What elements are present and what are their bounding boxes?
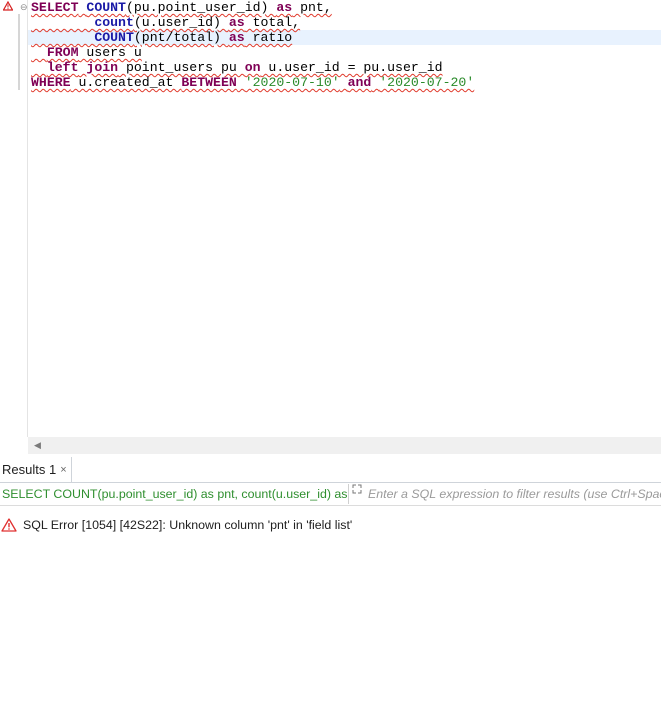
query-summary-text[interactable]: SELECT COUNT(pu.point_user_id) as pnt, c… — [2, 486, 347, 502]
error-message-row: SQL Error [1054] [42S22]: Unknown column… — [0, 514, 352, 536]
code-token: u.user_id = pu.user_id — [260, 60, 443, 75]
sql-editor[interactable]: ⊖ SELECT COUNT(pu.point_user_id) as pnt,… — [0, 0, 661, 437]
code-line[interactable]: WHERE u.created_at BETWEEN '2020-07-10' … — [31, 75, 661, 90]
code-line-text: left join point_users pu on u.user_id = … — [31, 60, 443, 75]
code-token: COUNT — [94, 30, 134, 45]
results-tab-bar: Results 1 × — [0, 457, 661, 483]
code-token: FROM — [46, 45, 79, 60]
code-token: '2020-07-10' — [244, 75, 340, 90]
code-line[interactable]: FROM users u — [31, 45, 661, 60]
code-token: left — [46, 60, 79, 75]
code-token: BETWEEN — [181, 75, 237, 90]
expand-arrows-icon[interactable] — [352, 484, 364, 496]
tab-results-1[interactable]: Results 1 × — [0, 457, 72, 482]
code-token: on — [244, 60, 261, 75]
code-token: join — [86, 60, 119, 75]
code-token: (u.user_id) — [133, 15, 229, 30]
code-line[interactable]: left join point_users pu on u.user_id = … — [31, 60, 661, 75]
code-token: SELECT — [31, 0, 79, 15]
code-line[interactable]: SELECT COUNT(pu.point_user_id) as pnt, — [31, 0, 661, 15]
editor-gutter: ⊖ — [0, 0, 28, 437]
results-filter-bar: SELECT COUNT(pu.point_user_id) as pnt, c… — [0, 483, 661, 506]
code-token: COUNT — [86, 0, 126, 15]
code-token: count — [94, 15, 134, 30]
code-line[interactable]: COUNT(pnt/total) as ratio — [28, 30, 661, 45]
code-token: as — [276, 0, 293, 15]
code-token: (pnt/total) — [133, 30, 229, 45]
code-line-text: WHERE u.created_at BETWEEN '2020-07-10' … — [31, 75, 474, 90]
code-line-text: FROM users u — [31, 45, 142, 60]
code-line-text: SELECT COUNT(pu.point_user_id) as pnt, — [31, 0, 332, 15]
fold-range-indicator — [18, 14, 20, 90]
error-triangle-icon — [0, 517, 18, 533]
code-line[interactable]: count(u.user_id) as total, — [31, 15, 661, 30]
warning-triangle-icon — [2, 0, 14, 15]
filter-expression-input[interactable]: Enter a SQL expression to filter results… — [368, 486, 661, 502]
code-token: as — [228, 15, 245, 30]
code-token: users u — [78, 45, 142, 60]
sql-code[interactable]: SELECT COUNT(pu.point_user_id) as pnt, c… — [28, 0, 661, 90]
code-token: as — [228, 30, 245, 45]
gutter-divider — [27, 0, 28, 437]
close-icon[interactable]: × — [60, 464, 66, 476]
code-token: u.created_at — [70, 75, 182, 90]
code-token: WHERE — [31, 75, 71, 90]
sql-error-message: SQL Error [1054] [42S22]: Unknown column… — [23, 518, 353, 532]
code-token: '2020-07-20' — [379, 75, 475, 90]
code-token: total, — [244, 15, 301, 30]
code-token: (pu.point_user_id) — [125, 0, 277, 15]
code-line-text: count(u.user_id) as total, — [31, 15, 300, 30]
scroll-left-arrow-icon[interactable]: ◀ — [34, 440, 41, 451]
filter-divider — [348, 484, 349, 504]
code-token: pnt, — [292, 0, 332, 15]
code-token: point_users pu — [118, 60, 245, 75]
code-token: and — [347, 75, 372, 90]
code-line-text: COUNT(pnt/total) as ratio — [31, 30, 292, 45]
editor-horizontal-scrollbar[interactable]: ◀ — [28, 437, 661, 454]
tab-results-1-label: Results 1 — [2, 462, 57, 477]
code-token: ratio — [244, 30, 293, 45]
